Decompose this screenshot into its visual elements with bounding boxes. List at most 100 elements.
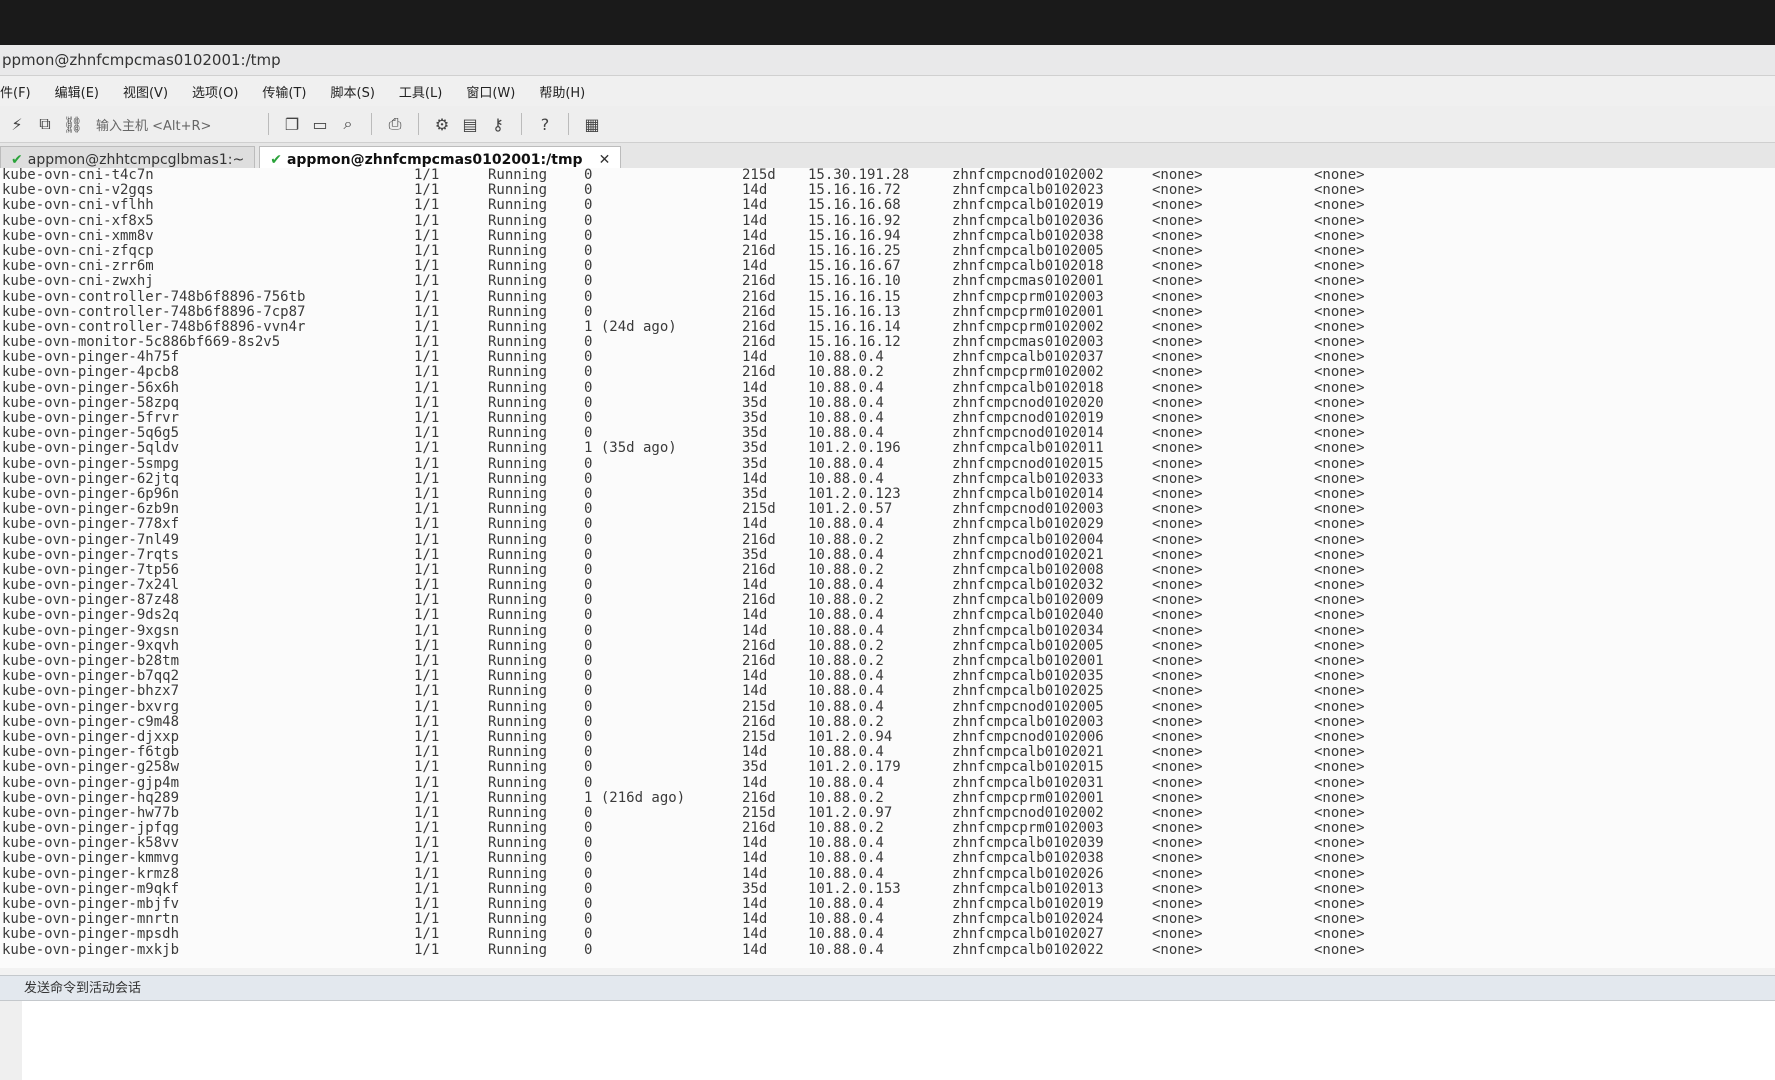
pod-status: Running — [488, 850, 548, 867]
pod-status: Running — [488, 835, 548, 852]
pod-status: Running — [488, 394, 548, 411]
pod-readiness-gates: <none> — [1314, 258, 1365, 275]
menu-script[interactable]: 脚本(S) — [331, 82, 375, 101]
pod-name: kube-ovn-pinger-62jtq — [2, 470, 180, 487]
menu-tools[interactable]: 工具(L) — [399, 82, 442, 101]
pod-ready: 1/1 — [414, 941, 440, 958]
pod-name: kube-ovn-pinger-krmz8 — [2, 865, 180, 882]
pod-node: zhnfcmpcalb0102015 — [952, 759, 1104, 776]
pod-nominated-node: <none> — [1152, 789, 1203, 806]
tab-label: appmon@zhhtcmpcglbmas1:~ — [27, 152, 245, 168]
pod-age: 14d — [742, 470, 768, 487]
terminal-output[interactable]: kube-ovn-cni-t4c7n 1/1 Running 0 215d 15.30.1… — [0, 168, 1775, 968]
pod-nominated-node: <none> — [1152, 334, 1203, 351]
pod-node: zhnfcmpcalb0102036 — [952, 212, 1104, 229]
menu-file[interactable]: 件(F) — [0, 82, 31, 101]
pod-restarts: 0 — [584, 364, 593, 381]
pod-ip: 101.2.0.123 — [808, 485, 901, 502]
pod-readiness-gates: <none> — [1314, 303, 1365, 320]
reconnect-icon[interactable]: ⧉ — [34, 113, 56, 135]
pod-age: 216d — [742, 242, 776, 259]
pod-name: kube-ovn-pinger-hw77b — [2, 804, 180, 821]
menu-help[interactable]: 帮助(H) — [539, 82, 585, 101]
pod-restarts: 0 — [584, 242, 593, 259]
pod-age: 14d — [742, 926, 768, 943]
find-icon[interactable]: ⌕ — [337, 113, 359, 135]
pod-restarts: 0 — [584, 911, 593, 928]
pod-nominated-node: <none> — [1152, 394, 1203, 411]
pod-ready: 1/1 — [414, 212, 440, 229]
pod-name: kube-ovn-pinger-87z48 — [2, 592, 180, 609]
pod-age: 216d — [742, 303, 776, 320]
print-icon[interactable]: ⎙ — [384, 113, 406, 135]
pod-name: kube-ovn-pinger-5frvr — [2, 410, 180, 426]
pod-restarts: 0 — [584, 410, 593, 426]
terminal-row: kube-ovn-pinger-gjp4m 1/1 Running 0 14d 10.88… — [0, 774, 1775, 791]
terminal-row: kube-ovn-monitor-5c886bf669-8s2v5 1/1 Runn… — [0, 334, 1775, 351]
pod-name: kube-ovn-cni-v2gqs — [2, 182, 154, 199]
quick-connect-input[interactable]: 输入主机 <Alt+R> — [96, 115, 256, 134]
pod-status: Running — [488, 653, 548, 669]
pod-age: 14d — [742, 258, 768, 275]
pod-restarts: 0 — [584, 865, 593, 882]
terminal-row: kube-ovn-pinger-hq289 1/1 Running 1 (216d a… — [0, 789, 1775, 806]
help-icon[interactable]: ? — [534, 113, 556, 135]
menu-options[interactable]: 选项(O) — [192, 82, 238, 101]
pod-status: Running — [488, 804, 548, 821]
close-tab-icon[interactable]: ✕ — [599, 152, 611, 168]
pod-age: 14d — [742, 835, 768, 852]
pod-readiness-gates: <none> — [1314, 364, 1365, 381]
pod-readiness-gates: <none> — [1314, 774, 1365, 791]
pod-nominated-node: <none> — [1152, 683, 1203, 700]
pod-readiness-gates: <none> — [1314, 485, 1365, 502]
pod-ready: 1/1 — [414, 273, 440, 290]
settings-icon[interactable]: ⚙ — [431, 113, 453, 135]
pod-node: zhnfcmpcalb0102014 — [952, 485, 1104, 502]
pod-node: zhnfcmpcalb0102011 — [952, 440, 1104, 457]
paste-icon[interactable]: ▭ — [309, 113, 331, 135]
pod-restarts: 0 — [584, 577, 593, 594]
pod-age: 215d — [742, 501, 776, 518]
menu-view[interactable]: 视图(V) — [123, 82, 168, 101]
pod-ready: 1/1 — [414, 440, 440, 457]
terminal-row: kube-ovn-pinger-c9m48 1/1 Running 0 216d 10.8… — [0, 714, 1775, 730]
link-icon[interactable]: ⛓ — [62, 113, 84, 135]
copy-icon[interactable]: ❐ — [281, 113, 303, 135]
pod-restarts: 0 — [584, 501, 593, 518]
pod-ready: 1/1 — [414, 394, 440, 411]
command-input[interactable] — [0, 1001, 1775, 1080]
pod-node: zhnfcmpcalb0102039 — [952, 835, 1104, 852]
pod-ready: 1/1 — [414, 622, 440, 639]
toolbar-divider — [371, 113, 372, 135]
pod-ip: 10.88.0.4 — [808, 698, 884, 715]
pod-readiness-gates: <none> — [1314, 288, 1365, 305]
menu-edit[interactable]: 编辑(E) — [55, 82, 99, 101]
menu-transfer[interactable]: 传输(T) — [262, 82, 306, 101]
map-icon[interactable]: ▦ — [581, 113, 603, 135]
sftp-icon[interactable]: ▤ — [459, 113, 481, 135]
pod-status: Running — [488, 577, 548, 594]
pod-name: kube-ovn-pinger-jpfqg — [2, 820, 180, 837]
pod-nominated-node: <none> — [1152, 592, 1203, 609]
pod-readiness-gates: <none> — [1314, 197, 1365, 214]
pod-status: Running — [488, 561, 548, 578]
pod-name: kube-ovn-pinger-bxvrg — [2, 698, 180, 715]
pod-node: zhnfcmpcalb0102018 — [952, 258, 1104, 275]
key-icon[interactable]: ⚷ — [487, 113, 509, 135]
pod-name: kube-ovn-cni-t4c7n — [2, 168, 154, 183]
terminal-row: kube-ovn-controller-748b6f8896-756tb 1/1 R… — [0, 288, 1775, 305]
pod-restarts: 0 — [584, 835, 593, 852]
pod-age: 14d — [742, 896, 768, 912]
pod-readiness-gates: <none> — [1314, 622, 1365, 639]
pod-nominated-node: <none> — [1152, 531, 1203, 548]
pod-ip: 10.88.0.4 — [808, 911, 884, 928]
pod-nominated-node: <none> — [1152, 561, 1203, 578]
terminal-row: kube-ovn-pinger-7rqts 1/1 Running 0 35d 10.88… — [0, 547, 1775, 563]
pod-nominated-node: <none> — [1152, 318, 1203, 335]
menu-window[interactable]: 窗口(W) — [466, 82, 515, 101]
pod-age: 14d — [742, 622, 768, 639]
pod-nominated-node: <none> — [1152, 212, 1203, 229]
lightning-icon[interactable]: ⚡ — [6, 113, 28, 135]
pod-ready: 1/1 — [414, 865, 440, 882]
pod-age: 14d — [742, 516, 768, 533]
